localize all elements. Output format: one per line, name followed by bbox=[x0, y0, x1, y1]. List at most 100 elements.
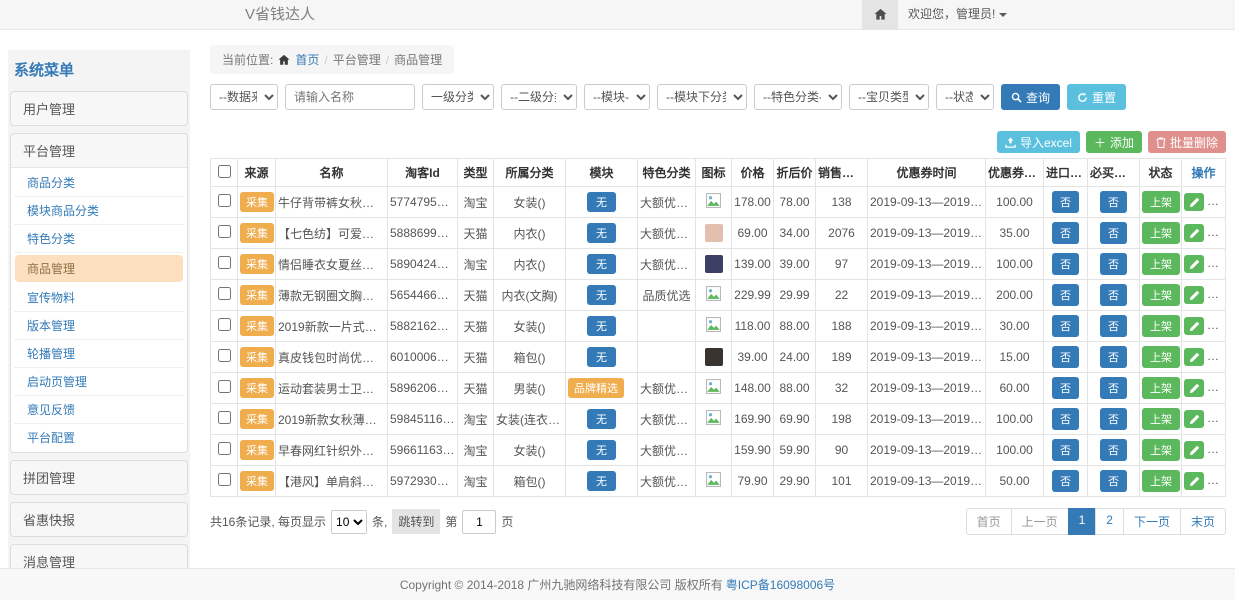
sidebar-group-header[interactable]: 平台管理 bbox=[11, 134, 187, 167]
page-button-上一页[interactable]: 上一页 bbox=[1011, 508, 1069, 535]
sidebar-group-header[interactable]: 消息管理 bbox=[11, 545, 187, 568]
sidebar-item[interactable]: 商品管理 bbox=[15, 255, 183, 282]
status-toggle[interactable]: 上架 bbox=[1142, 191, 1180, 213]
must-buy-toggle[interactable]: 否 bbox=[1100, 408, 1127, 430]
must-buy-toggle[interactable]: 否 bbox=[1100, 377, 1127, 399]
edit-button[interactable] bbox=[1184, 255, 1204, 273]
must-buy-toggle[interactable]: 否 bbox=[1100, 222, 1127, 244]
must-buy-toggle[interactable]: 否 bbox=[1100, 315, 1127, 337]
must-buy-toggle[interactable]: 否 bbox=[1100, 470, 1127, 492]
import-select-toggle[interactable]: 否 bbox=[1052, 284, 1079, 306]
import-select-toggle[interactable]: 否 bbox=[1052, 377, 1079, 399]
must-buy-toggle[interactable]: 否 bbox=[1100, 253, 1127, 275]
icp-link[interactable]: 粤ICP备16098006号 bbox=[726, 576, 835, 593]
sidebar-item[interactable]: 轮播管理 bbox=[15, 340, 183, 368]
per-page-select[interactable]: 10 bbox=[331, 510, 367, 534]
status-toggle[interactable]: 上架 bbox=[1142, 346, 1180, 368]
cell-discount: 29.99 bbox=[774, 280, 816, 311]
level2-category-select[interactable]: --二级分类-- bbox=[501, 84, 577, 110]
page-button-首页[interactable]: 首页 bbox=[966, 508, 1012, 535]
row-checkbox[interactable] bbox=[218, 380, 231, 393]
status-select[interactable]: --状态-- bbox=[936, 84, 994, 110]
row-checkbox[interactable] bbox=[218, 442, 231, 455]
edit-button[interactable] bbox=[1184, 286, 1204, 304]
status-toggle[interactable]: 上架 bbox=[1142, 408, 1180, 430]
page-button-1[interactable]: 1 bbox=[1068, 508, 1097, 535]
row-checkbox[interactable] bbox=[218, 256, 231, 269]
sidebar-group-header[interactable]: 用户管理 bbox=[11, 92, 187, 125]
row-checkbox[interactable] bbox=[218, 318, 231, 331]
name-input[interactable] bbox=[285, 84, 415, 110]
sidebar-item[interactable]: 特色分类 bbox=[15, 225, 183, 253]
row-checkbox[interactable] bbox=[218, 349, 231, 362]
status-toggle[interactable]: 上架 bbox=[1142, 284, 1180, 306]
edit-button[interactable] bbox=[1184, 317, 1204, 335]
add-button[interactable]: ＋ 添加 bbox=[1086, 131, 1142, 153]
level1-category-select[interactable]: 一级分类 bbox=[422, 84, 494, 110]
edit-button[interactable] bbox=[1184, 193, 1204, 211]
import-select-toggle[interactable]: 否 bbox=[1052, 253, 1079, 275]
page-button-末页[interactable]: 末页 bbox=[1180, 508, 1226, 535]
import-select-toggle[interactable]: 否 bbox=[1052, 408, 1079, 430]
import-select-toggle[interactable]: 否 bbox=[1052, 346, 1079, 368]
status-toggle[interactable]: 上架 bbox=[1142, 222, 1180, 244]
jump-page-input[interactable] bbox=[462, 510, 496, 534]
must-buy-toggle[interactable]: 否 bbox=[1100, 284, 1127, 306]
sidebar-item[interactable]: 启动页管理 bbox=[15, 368, 183, 396]
row-checkbox[interactable] bbox=[218, 473, 231, 486]
edit-button[interactable] bbox=[1184, 348, 1204, 366]
search-button[interactable]: 查询 bbox=[1001, 84, 1060, 110]
edit-button[interactable] bbox=[1184, 441, 1204, 459]
sidebar-item[interactable]: 模块商品分类 bbox=[15, 197, 183, 225]
edit-button[interactable] bbox=[1184, 379, 1204, 397]
broken-image-icon bbox=[706, 317, 721, 332]
row-checkbox[interactable] bbox=[218, 287, 231, 300]
jump-to-button[interactable]: 跳转到 bbox=[392, 509, 440, 534]
import-select-toggle[interactable]: 否 bbox=[1052, 315, 1079, 337]
products-table: 来源名称淘客Id类型所属分类模块特色分类图标价格折后价销售数量优惠券时间优惠券金… bbox=[210, 158, 1226, 497]
edit-button[interactable] bbox=[1184, 472, 1204, 490]
sidebar-item[interactable]: 商品分类 bbox=[15, 169, 183, 197]
must-buy-toggle[interactable]: 否 bbox=[1100, 191, 1127, 213]
reset-button[interactable]: 重置 bbox=[1067, 84, 1126, 110]
row-checkbox[interactable] bbox=[218, 194, 231, 207]
sidebar-item[interactable]: 平台配置 bbox=[15, 424, 183, 451]
must-buy-toggle[interactable]: 否 bbox=[1100, 439, 1127, 461]
sidebar-group-header[interactable]: 省惠快报 bbox=[11, 503, 187, 536]
edit-button[interactable] bbox=[1184, 224, 1204, 242]
import-select-toggle[interactable]: 否 bbox=[1052, 470, 1079, 492]
must-buy-toggle[interactable]: 否 bbox=[1100, 346, 1127, 368]
import-select-toggle[interactable]: 否 bbox=[1052, 439, 1079, 461]
feature-category-select[interactable]: --特色分类-- bbox=[754, 84, 842, 110]
data-source-select[interactable]: --数据来源-- bbox=[210, 84, 278, 110]
cell-price: 79.90 bbox=[732, 466, 774, 497]
sidebar-item[interactable]: 意见反馈 bbox=[15, 396, 183, 424]
import-excel-button[interactable]: 导入excel bbox=[997, 131, 1080, 153]
page-button-2[interactable]: 2 bbox=[1095, 508, 1124, 535]
status-toggle[interactable]: 上架 bbox=[1142, 439, 1180, 461]
user-menu[interactable]: 欢迎您，管理员! bbox=[908, 0, 1007, 29]
sidebar-group-header[interactable]: 拼团管理 bbox=[11, 461, 187, 494]
batch-delete-button[interactable]: 批量删除 bbox=[1148, 131, 1226, 153]
status-toggle[interactable]: 上架 bbox=[1142, 377, 1180, 399]
sidebar-item[interactable]: 宣传物料 bbox=[15, 284, 183, 312]
page-button-下一页[interactable]: 下一页 bbox=[1123, 508, 1181, 535]
sidebar-title: 系统菜单 bbox=[8, 50, 190, 91]
row-checkbox[interactable] bbox=[218, 225, 231, 238]
item-type-select[interactable]: --宝贝类型-- bbox=[849, 84, 929, 110]
module-subcategory-select[interactable]: --模块下分类-- bbox=[657, 84, 747, 110]
sidebar-item[interactable]: 版本管理 bbox=[15, 312, 183, 340]
home-button[interactable] bbox=[862, 0, 898, 29]
import-select-toggle[interactable]: 否 bbox=[1052, 191, 1079, 213]
row-checkbox[interactable] bbox=[218, 411, 231, 424]
status-toggle[interactable]: 上架 bbox=[1142, 470, 1180, 492]
select-all-checkbox[interactable] bbox=[218, 165, 231, 178]
module-select[interactable]: --模块-- bbox=[584, 84, 650, 110]
status-toggle[interactable]: 上架 bbox=[1142, 315, 1180, 337]
breadcrumb-home-link[interactable]: 首页 bbox=[295, 51, 319, 68]
edit-button[interactable] bbox=[1184, 410, 1204, 428]
cell-coupon_amount: 100.00 bbox=[986, 187, 1044, 218]
import-select-toggle[interactable]: 否 bbox=[1052, 222, 1079, 244]
status-toggle[interactable]: 上架 bbox=[1142, 253, 1180, 275]
cell-type: 淘宝 bbox=[458, 187, 494, 218]
